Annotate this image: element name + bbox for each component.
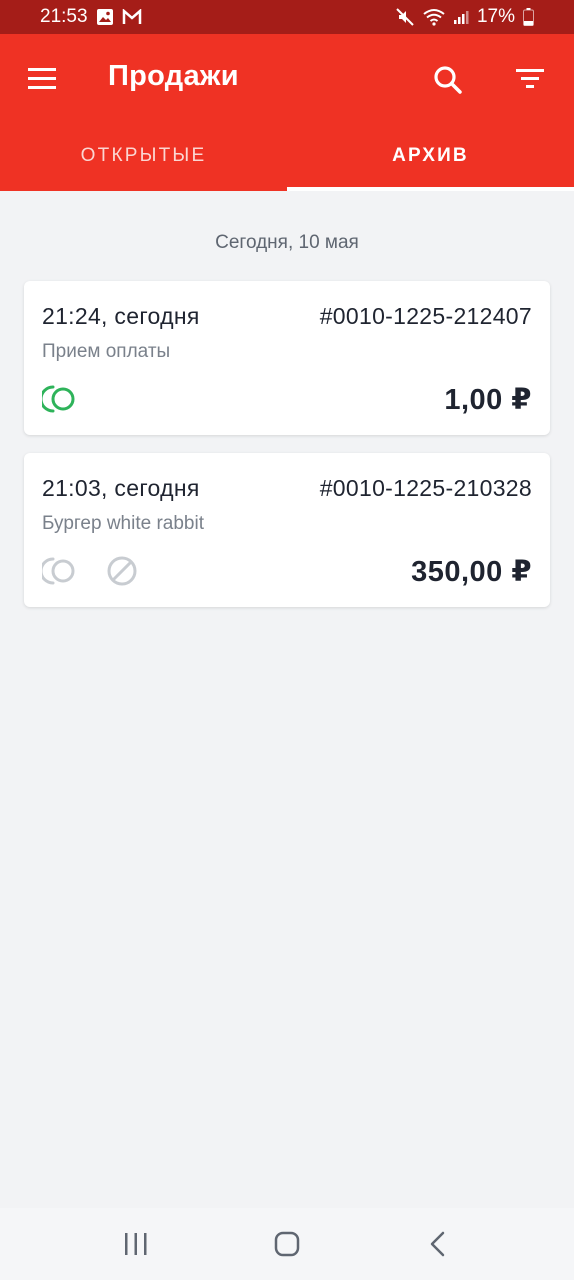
sale-description: Бургер white rabbit: [42, 513, 204, 534]
filter-icon[interactable]: [514, 64, 548, 94]
payment-status-icon: [39, 553, 78, 589]
sale-card[interactable]: 21:03, сегодня #0010-1225-210328 Бургер …: [24, 453, 550, 607]
gallery-icon: [96, 8, 114, 26]
tab-indicator: [287, 187, 574, 191]
status-time: 21:53: [40, 6, 88, 27]
app-bar: Продажи ОТКРЫТЫЕ АРХИВ: [0, 34, 574, 191]
sale-time: 21:03, сегодня: [42, 475, 200, 501]
sale-description: Прием оплаты: [42, 341, 171, 362]
gmail-icon: [122, 9, 142, 25]
sale-number: #0010-1225-212407: [319, 303, 532, 329]
sale-card[interactable]: 21:24, сегодня #0010-1225-212407 Прием о…: [24, 281, 550, 435]
tab-open[interactable]: ОТКРЫТЫЕ: [0, 134, 287, 191]
sale-time: 21:24, сегодня: [42, 303, 200, 329]
sale-amount: 1,00 ₽: [444, 384, 532, 416]
battery-icon: [523, 8, 534, 26]
status-bar-right: 17%: [395, 6, 534, 28]
sale-number: #0010-1225-210328: [319, 475, 532, 501]
system-nav-bar: [0, 1208, 574, 1280]
signal-icon: [453, 9, 469, 25]
tab-archive[interactable]: АРХИВ: [287, 134, 574, 191]
status-bar: 21:53 17%: [0, 0, 574, 34]
back-icon[interactable]: [418, 1224, 458, 1264]
status-bar-left: 21:53: [40, 6, 142, 28]
cancelled-icon: [104, 553, 140, 589]
payment-status-icon: [39, 381, 78, 417]
sale-amount: 350,00 ₽: [411, 556, 532, 588]
search-icon[interactable]: [430, 62, 466, 98]
page-title: Продажи: [108, 60, 239, 92]
date-header: Сегодня, 10 мая: [215, 232, 359, 253]
recent-apps-icon[interactable]: [116, 1224, 156, 1264]
battery-level: 17%: [476, 6, 515, 27]
menu-icon[interactable]: [26, 64, 60, 94]
home-icon[interactable]: [267, 1224, 307, 1264]
mute-icon: [395, 7, 415, 27]
wifi-icon: [423, 8, 445, 26]
